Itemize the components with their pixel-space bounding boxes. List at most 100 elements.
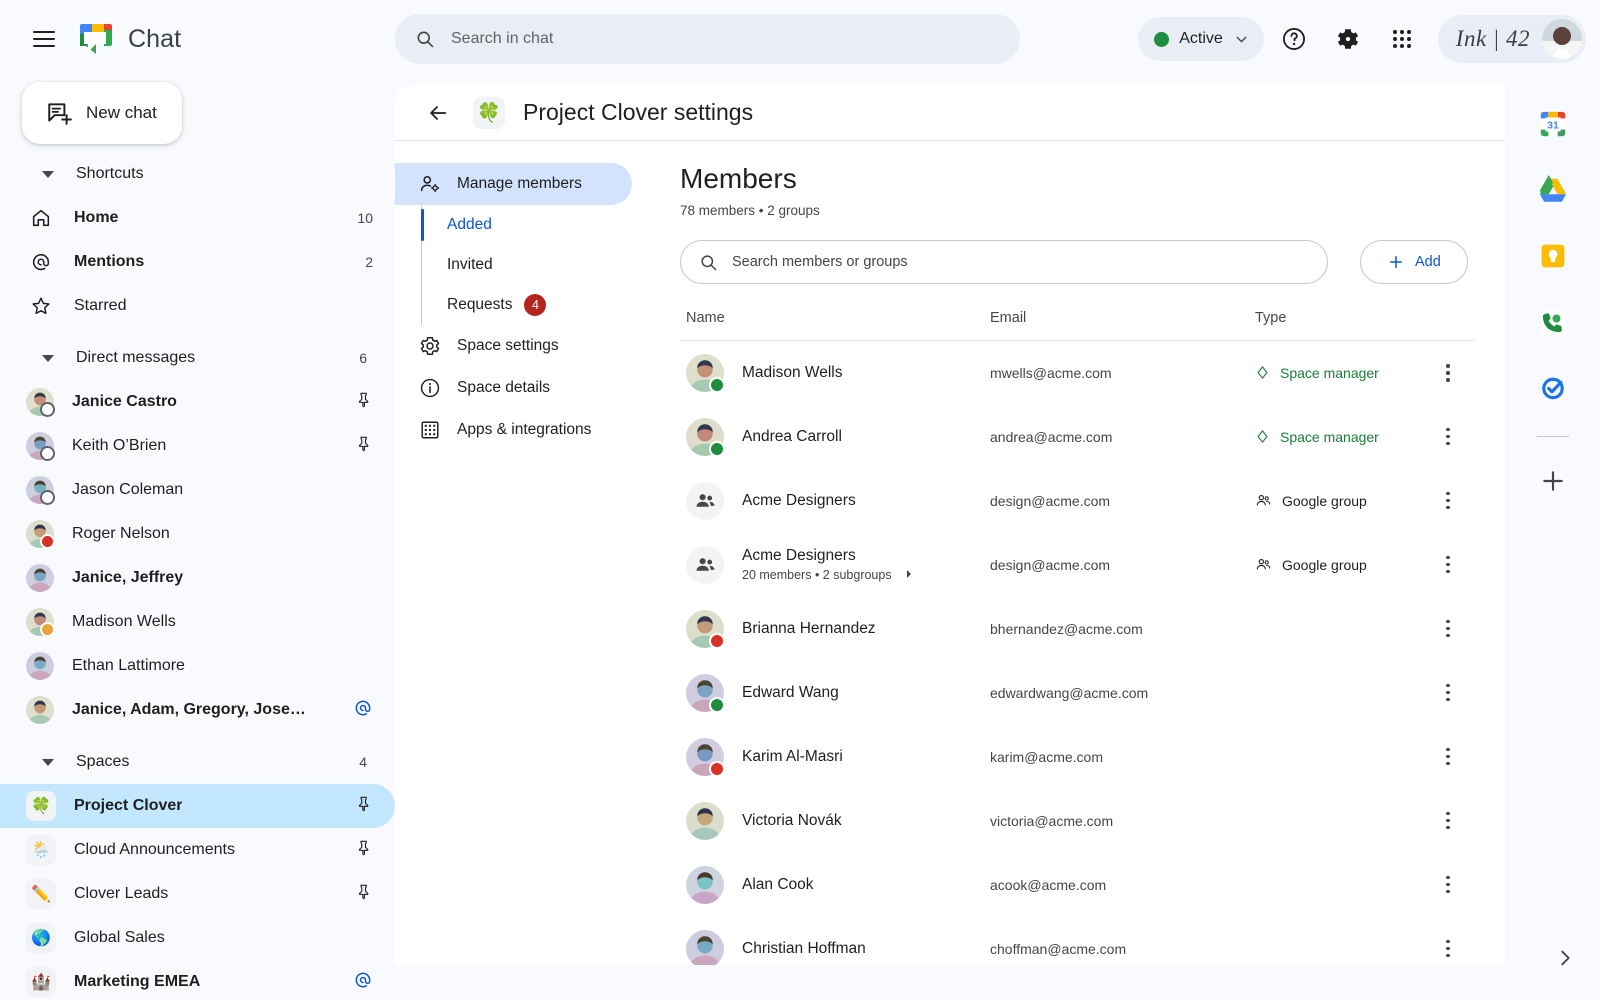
help-button[interactable] (1270, 15, 1318, 63)
cell-type: Google group (1255, 469, 1415, 533)
google-chat-app: Chat Search in chat Active (0, 0, 1600, 1000)
dm-item-0[interactable]: Janice Castro (0, 380, 395, 424)
right-app-rail: 31 (1505, 78, 1600, 1000)
row-more-options-button[interactable] (1431, 548, 1465, 582)
pin-icon[interactable] (355, 391, 373, 414)
expand-rail-button[interactable] (1554, 947, 1576, 974)
member-name: Acme Designers (742, 547, 914, 565)
search-input[interactable]: Search in chat (395, 14, 1020, 64)
row-more-options-button[interactable] (1431, 484, 1465, 518)
table-row[interactable]: Acme Designers design@acme.com Google gr… (680, 469, 1475, 533)
pin-icon[interactable] (355, 883, 373, 906)
settings-nav-space-details[interactable]: Space details (395, 367, 632, 409)
dm-item-label: Janice, Jeffrey (72, 569, 183, 587)
row-more-options-button[interactable] (1431, 676, 1465, 710)
dm-item-6[interactable]: Ethan Lattimore (0, 644, 395, 688)
row-more-options-button[interactable] (1431, 356, 1465, 390)
table-row[interactable]: Karim Al-Masri karim@acme.com (680, 725, 1475, 789)
pin-icon[interactable] (355, 795, 373, 818)
presence-indicator-active (709, 441, 725, 457)
dm-item-5[interactable]: Madison Wells (0, 600, 395, 644)
members-toolbar: Search members or groups Add (680, 240, 1475, 284)
expand-subgroups-icon[interactable] (904, 568, 914, 582)
space-item-3[interactable]: 🌎 Global Sales (0, 916, 395, 960)
space-item-0[interactable]: 🍀 Project Clover (0, 784, 395, 828)
space-item-1[interactable]: 🌦️ Cloud Announcements (0, 828, 395, 872)
sidebar-item-home[interactable]: Home 10 (0, 196, 395, 240)
member-search-input[interactable]: Search members or groups (680, 240, 1328, 284)
add-member-button[interactable]: Add (1360, 240, 1468, 284)
pin-icon[interactable] (355, 839, 373, 862)
section-header-spaces[interactable]: Spaces 4 (0, 740, 395, 784)
row-more-options-button[interactable] (1431, 420, 1465, 454)
settings-button[interactable] (1324, 15, 1372, 63)
global-search: Search in chat (395, 14, 1020, 64)
column-header-actions (1415, 310, 1475, 341)
google-calendar-icon[interactable]: 31 (1531, 102, 1575, 146)
google-drive-icon[interactable] (1531, 168, 1575, 212)
status-selector[interactable]: Active (1138, 17, 1264, 61)
search-icon (415, 29, 435, 49)
row-more-options-button[interactable] (1431, 932, 1465, 966)
dm-item-1[interactable]: Keith O’Brien (0, 424, 395, 468)
table-row[interactable]: Acme Designers 20 members • 2 subgroups … (680, 533, 1475, 597)
add-addon-button[interactable] (1531, 459, 1575, 503)
row-more-options-button[interactable] (1431, 804, 1465, 838)
google-chat-logo (78, 22, 114, 56)
pin-icon (355, 435, 373, 453)
table-row[interactable]: Alan Cook acook@acme.com (680, 853, 1475, 917)
settings-nav-manage-members[interactable]: Manage members (395, 163, 632, 205)
cell-name: Karim Al-Masri (680, 725, 990, 789)
section-count: 4 (359, 754, 367, 770)
space-emoji-icon: 🏰 (26, 967, 56, 997)
section-label: Spaces (76, 753, 129, 771)
row-more-options-button[interactable] (1431, 868, 1465, 902)
google-tasks-icon[interactable] (1531, 366, 1575, 410)
avatar[interactable] (1542, 19, 1582, 59)
apps-launcher-button[interactable] (1378, 15, 1426, 63)
table-row[interactable]: Edward Wang edwardwang@acme.com (680, 661, 1475, 725)
info-icon (419, 377, 441, 399)
section-header-direct-messages[interactable]: Direct messages 6 (0, 336, 395, 380)
dm-item-4[interactable]: Janice, Jeffrey (0, 556, 395, 600)
back-button[interactable] (421, 96, 455, 130)
cell-type (1255, 853, 1415, 917)
dm-item-3[interactable]: Roger Nelson (0, 512, 395, 556)
settings-nav: Manage members Added Invited Requests 4 (395, 141, 650, 965)
hamburger-icon[interactable] (20, 15, 68, 63)
sidebar-item-starred[interactable]: Starred (0, 284, 395, 328)
dm-item-2[interactable]: Jason Coleman (0, 468, 395, 512)
settings-nav-space-settings[interactable]: Space settings (395, 325, 632, 367)
table-row[interactable]: Brianna Hernandez bhernandez@acme.com (680, 597, 1475, 661)
row-more-options-button[interactable] (1431, 612, 1465, 646)
row-more-options-button[interactable] (1431, 740, 1465, 774)
chevron-right-icon (1554, 947, 1576, 969)
google-voice-icon[interactable] (1531, 300, 1575, 344)
table-row[interactable]: Andrea Carroll andrea@acme.com Space man… (680, 405, 1475, 469)
avatar (26, 652, 54, 680)
table-row[interactable]: Madison Wells mwells@acme.com Space mana… (680, 341, 1475, 405)
dm-item-7[interactable]: Janice, Adam, Gregory, Jose… (0, 688, 395, 732)
account-chip[interactable]: Ink | 42 (1438, 15, 1586, 63)
space-item-2[interactable]: ✏️ Clover Leads (0, 872, 395, 916)
settings-subnav-invited[interactable]: Invited (422, 245, 650, 285)
cell-name: Madison Wells (680, 341, 990, 405)
mention-icon (353, 970, 373, 995)
section-header-shortcuts[interactable]: Shortcuts (0, 152, 395, 196)
google-keep-icon[interactable] (1531, 234, 1575, 278)
dm-item-label: Janice, Adam, Gregory, Jose… (72, 701, 306, 719)
settings-nav-apps-integrations[interactable]: Apps & integrations (395, 409, 632, 451)
settings-nav-label: Space settings (457, 337, 559, 355)
pin-icon[interactable] (355, 435, 373, 458)
settings-subnav-added[interactable]: Added (422, 205, 650, 245)
space-item-4[interactable]: 🏰 Marketing EMEA (0, 960, 395, 1000)
top-right-controls: Active (1138, 11, 1586, 67)
cell-actions (1415, 853, 1475, 917)
new-chat-button[interactable]: New chat (22, 82, 182, 144)
table-row[interactable]: Victoria Novák victoria@acme.com (680, 789, 1475, 853)
sidebar-item-mentions[interactable]: Mentions 2 (0, 240, 395, 284)
mention-icon (353, 698, 373, 723)
settings-subnav-requests[interactable]: Requests 4 (422, 285, 650, 325)
table-row[interactable]: Christian Hoffman choffman@acme.com (680, 917, 1475, 966)
chevron-down-icon (42, 759, 54, 766)
